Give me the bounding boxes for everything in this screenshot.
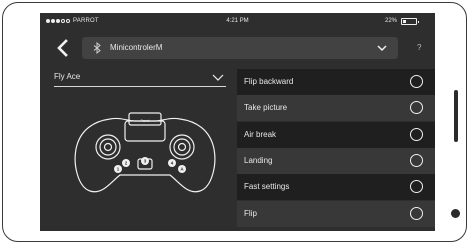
radio-button[interactable] (410, 180, 423, 194)
action-label: Flip (244, 208, 257, 218)
top-bar: MinicontrolerM ? (40, 33, 435, 61)
radio-button[interactable] (410, 127, 423, 141)
device-selector[interactable]: MinicontrolerM (82, 37, 398, 59)
action-label: Landing (244, 155, 273, 165)
chevron-down-icon (377, 45, 387, 52)
battery-fill (403, 20, 406, 24)
action-list: Flip backward Take picture Air break Landin… (237, 69, 435, 231)
action-row[interactable]: Take picture (237, 95, 435, 122)
controller-diagram: Parrot 1 2 3 4 A (74, 112, 216, 193)
action-label: Flip backward (244, 77, 294, 86)
chevron-down-icon (212, 74, 224, 81)
hardware-home-button (451, 209, 460, 218)
hardware-side-button (454, 90, 458, 142)
action-label: Fast settings (244, 182, 290, 192)
controller-brand: Parrot (141, 119, 150, 123)
action-row[interactable]: Fast settings (237, 174, 435, 201)
action-label: Air break (244, 129, 277, 139)
profile-selected-label: Fly Ace (54, 72, 81, 81)
controller-body (74, 117, 216, 193)
battery-percentage: 22% (384, 18, 397, 24)
profile-dropdown[interactable]: Fly Ace (54, 71, 226, 87)
back-arrow-icon[interactable] (54, 37, 72, 59)
device-name: MinicontrolerM (110, 43, 163, 52)
status-bar: PARROT 4:21 PM 22% (40, 13, 435, 29)
action-row[interactable]: Flip backward (237, 69, 435, 95)
radio-button[interactable] (410, 75, 423, 88)
action-row[interactable]: Landing (237, 147, 435, 174)
action-label: Take picture (244, 103, 288, 113)
radio-button[interactable] (410, 101, 423, 115)
help-button[interactable]: ? (417, 43, 421, 52)
radio-button[interactable] (410, 206, 423, 220)
app-screen: PARROT 4:21 PM 22% MinicontrolerM ? Fly … (40, 13, 435, 231)
status-time: 4:21 PM (226, 18, 249, 24)
action-row[interactable]: Flip (237, 200, 435, 227)
bluetooth-icon (93, 42, 101, 54)
battery-icon (401, 18, 419, 25)
radio-button[interactable] (410, 153, 423, 167)
action-row[interactable]: Air break (237, 121, 435, 148)
